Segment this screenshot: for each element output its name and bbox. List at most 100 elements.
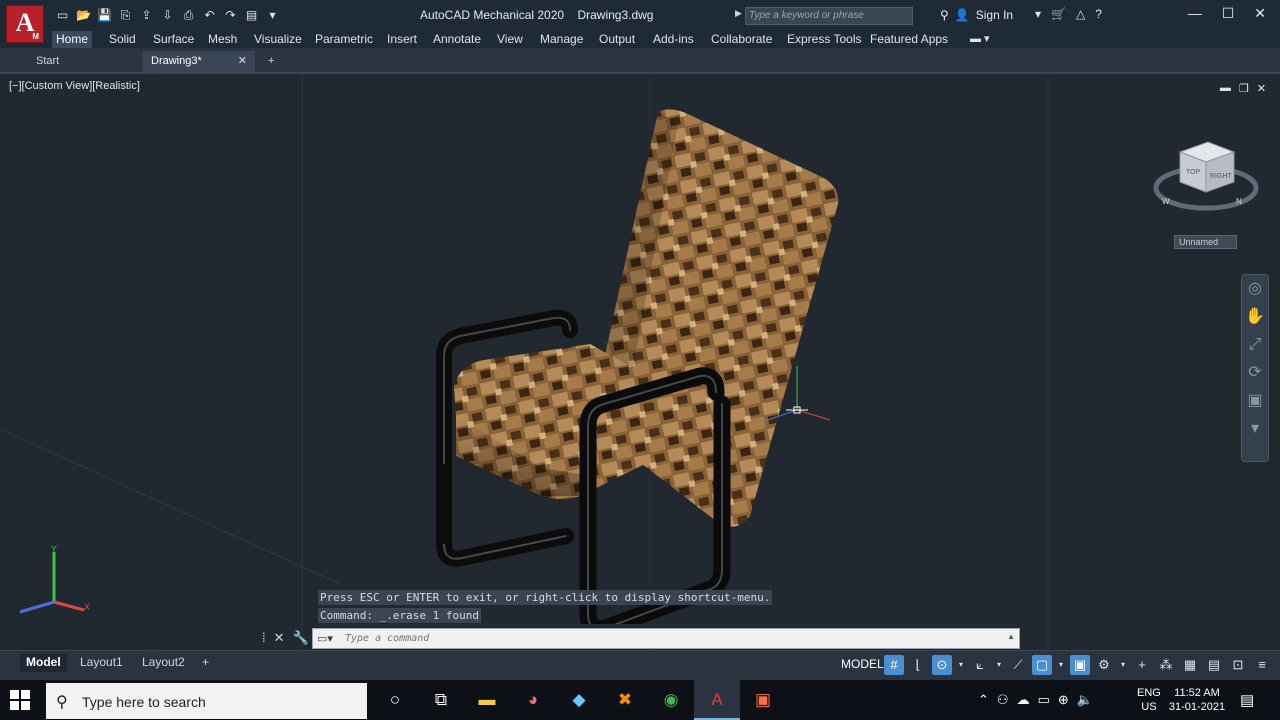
help-search-input[interactable]: Type a keyword or phrase — [745, 7, 913, 25]
chrome-icon[interactable]: ◉ — [648, 680, 694, 720]
sign-in-button[interactable]: ⚲ 👤 Sign In — [940, 8, 1013, 22]
ribbon-minimize-icon[interactable]: ▬ ▾ — [970, 32, 990, 45]
open-icon[interactable]: 📂 — [75, 7, 92, 23]
save-as-icon[interactable]: ⎘ — [117, 7, 134, 23]
viewcube[interactable]: TOP RIGHT W N — [1150, 130, 1262, 222]
file-explorer-icon[interactable]: ▬ — [464, 680, 510, 720]
viewport-controls-label[interactable]: [−][Custom View][Realistic] — [9, 80, 140, 92]
taskbar-search-box[interactable]: ⚲ Type here to search — [46, 683, 367, 719]
drawing-viewport[interactable]: [−][Custom View][Realistic] ▬ ❐ ✕ TOP RI… — [0, 74, 1280, 650]
maximize-icon[interactable]: ☐ — [1222, 5, 1235, 22]
model-space-toggle[interactable]: MODEL — [838, 655, 887, 674]
command-history-toggle-icon[interactable]: ▲ — [1007, 632, 1015, 641]
redo-icon[interactable]: ↷ — [222, 7, 239, 23]
network-icon[interactable]: ⊕ — [1058, 692, 1069, 708]
navbar-customize-icon[interactable]: ▾ — [1242, 415, 1268, 443]
tab-visualize[interactable]: Visualize — [250, 31, 306, 48]
windows-start-icon[interactable] — [10, 690, 30, 710]
language-indicator[interactable]: ENG US — [1137, 686, 1161, 714]
tab-featured-apps[interactable]: Featured Apps — [866, 31, 952, 48]
command-close-icon[interactable]: ✕ — [274, 630, 285, 646]
selection-cycling-icon[interactable]: ▢ — [1032, 655, 1052, 675]
cortana-icon[interactable]: ○ — [372, 680, 418, 720]
isodraft-dropdown-icon[interactable]: ▾ — [994, 655, 1004, 675]
web-save-icon[interactable]: ⇩ — [159, 7, 176, 23]
autocad-taskbar-icon[interactable]: A — [694, 680, 740, 720]
dynamic-ucs-icon[interactable]: ⟋ — [1008, 655, 1028, 675]
application-menu-button[interactable]: A M — [6, 5, 44, 43]
xampp-icon[interactable]: ✖ — [602, 680, 648, 720]
layout-tab-layout1[interactable]: Layout1 — [74, 654, 129, 672]
task-view-icon[interactable]: ⧉ — [418, 680, 464, 720]
viewport-restore-icon[interactable]: ❐ — [1239, 82, 1249, 95]
tab-mesh[interactable]: Mesh — [204, 31, 241, 48]
tab-express-tools[interactable]: Express Tools — [783, 31, 865, 48]
taskbar-clock[interactable]: 11:52 AM 31-01-2021 — [1168, 686, 1226, 714]
layout-tab-layout2[interactable]: Layout2 — [136, 654, 191, 672]
app-cube-icon[interactable]: ◆ — [556, 680, 602, 720]
cart-icon[interactable]: 🛒 — [1051, 7, 1066, 21]
tab-view[interactable]: View — [493, 31, 527, 48]
notification-icon[interactable]: ▤ — [1240, 691, 1254, 709]
tab-parametric[interactable]: Parametric — [311, 31, 377, 48]
people-icon[interactable]: ⚇ — [997, 692, 1009, 708]
undo-icon[interactable]: ↶ — [201, 7, 218, 23]
pan-hand-icon[interactable]: ✋ — [1242, 303, 1268, 331]
file-tab-start[interactable]: Start — [28, 51, 140, 72]
annotation-scale-icon[interactable]: ⁂ — [1156, 655, 1176, 675]
isolate-objects-icon[interactable]: ▦ — [1180, 655, 1200, 675]
paint-icon[interactable]: ◕ — [510, 680, 556, 720]
help-icon[interactable]: ? — [1095, 7, 1102, 21]
viewport-close-icon[interactable]: ✕ — [1257, 82, 1266, 95]
tab-home[interactable]: Home — [52, 31, 93, 48]
hardware-acceleration-icon[interactable]: ▤ — [1204, 655, 1224, 675]
close-icon[interactable]: ✕ — [1254, 5, 1266, 22]
plot-icon[interactable]: ⎙ — [180, 7, 197, 23]
zoom-extents-icon[interactable]: ⤢ — [1242, 331, 1268, 359]
polar-dropdown-icon[interactable]: ▾ — [956, 655, 966, 675]
clean-screen-icon[interactable]: ⊡ — [1228, 655, 1248, 675]
close-tab-icon[interactable]: ✕ — [238, 51, 247, 71]
orbit-icon[interactable]: ⟳ — [1242, 359, 1268, 387]
tab-annotate[interactable]: Annotate — [429, 31, 485, 48]
search-expand-icon[interactable]: ▶ — [735, 8, 742, 19]
tab-surface[interactable]: Surface — [149, 31, 198, 48]
file-tab-drawing3[interactable]: Drawing3* ✕ — [143, 51, 255, 72]
steering-wheel-icon[interactable]: ◎ — [1242, 275, 1268, 303]
add-layout-button[interactable]: + — [196, 654, 215, 672]
new-tab-button[interactable]: + — [262, 51, 284, 72]
command-grip-icon[interactable]: ⁞ — [262, 630, 266, 646]
workspace-icon[interactable]: ▤ — [243, 7, 260, 23]
showmotion-icon[interactable]: ▣ — [1242, 387, 1268, 415]
isodraft-icon[interactable]: ⟀ — [970, 655, 990, 675]
tab-manage[interactable]: Manage — [536, 31, 587, 48]
connect-icon[interactable]: △ — [1076, 7, 1085, 21]
layout-tab-model[interactable]: Model — [20, 654, 67, 672]
snap-icon[interactable]: ⌊ — [908, 655, 928, 675]
tab-output[interactable]: Output — [595, 31, 639, 48]
tab-insert[interactable]: Insert — [383, 31, 421, 48]
workspace-dropdown-icon[interactable]: ▾ — [1118, 655, 1128, 675]
customization-icon[interactable]: ≡ — [1252, 655, 1272, 675]
grid-icon[interactable]: # — [884, 655, 904, 675]
command-customize-icon[interactable]: 🔧 — [293, 630, 309, 646]
add-icon[interactable]: + — [1132, 655, 1152, 675]
new-icon[interactable]: ▭ — [54, 7, 71, 23]
presentation-icon[interactable]: ▣ — [740, 680, 786, 720]
command-prompt-icon[interactable]: ▭▾ — [317, 632, 333, 645]
show-hidden-icons-icon[interactable]: ⌃ — [978, 692, 989, 708]
ucs-menu-button[interactable]: Unnamed — [1174, 235, 1237, 249]
annotation-monitor-icon[interactable]: ▣ — [1070, 655, 1090, 675]
move-gizmo[interactable] — [760, 364, 832, 428]
customize-qat-icon[interactable]: ▾ — [264, 7, 281, 23]
sign-in-dropdown-icon[interactable]: ▾ — [1035, 7, 1041, 21]
tab-add-ins[interactable]: Add-ins — [649, 31, 698, 48]
gear-icon[interactable]: ⚙ — [1094, 655, 1114, 675]
command-input[interactable] — [345, 630, 1005, 647]
volume-icon[interactable]: 🔈 — [1077, 692, 1093, 708]
save-icon[interactable]: 💾 — [96, 7, 113, 23]
selection-dropdown-icon[interactable]: ▾ — [1056, 655, 1066, 675]
web-open-icon[interactable]: ⇪ — [138, 7, 155, 23]
battery-icon[interactable]: ▭ — [1038, 692, 1050, 708]
tab-solid[interactable]: Solid — [105, 31, 140, 48]
